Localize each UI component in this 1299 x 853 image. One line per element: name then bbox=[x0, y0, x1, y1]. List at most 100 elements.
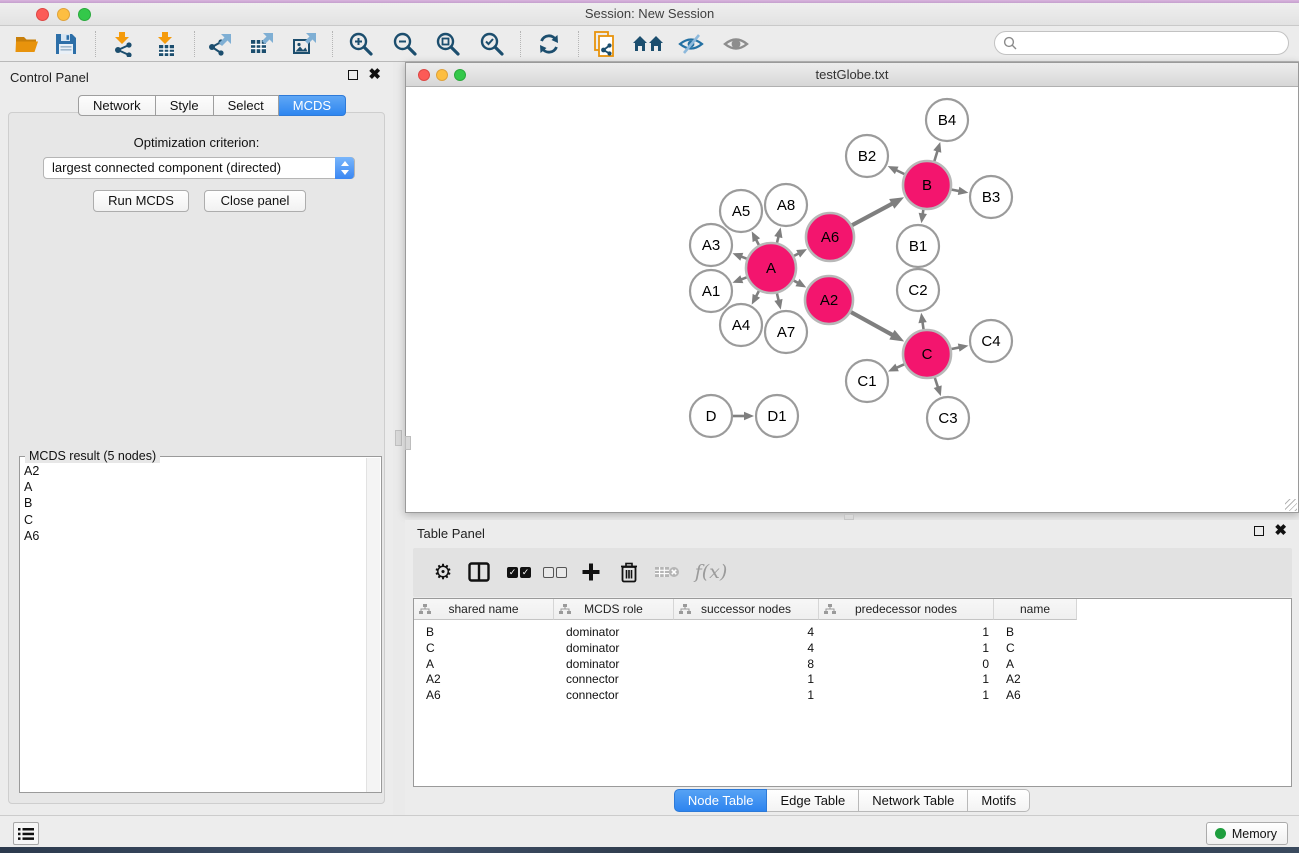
table-cell[interactable]: 1 bbox=[824, 624, 989, 640]
column-header-mcds-role[interactable]: MCDS role bbox=[554, 599, 674, 620]
close-panel-icon[interactable]: ✖ bbox=[368, 70, 381, 80]
first-neighbors-icon[interactable] bbox=[630, 29, 666, 59]
vertical-split-handle[interactable] bbox=[395, 430, 402, 446]
zoom-selected-icon[interactable] bbox=[474, 29, 510, 59]
maximize-window-button[interactable] bbox=[78, 8, 91, 21]
graph-node-label: A7 bbox=[777, 324, 795, 341]
mcds-result-item[interactable]: A2 bbox=[24, 463, 366, 479]
table-row[interactable]: Cdominator 41 C bbox=[414, 640, 1291, 656]
search-input[interactable] bbox=[994, 31, 1289, 55]
network-window-titlebar[interactable]: testGlobe.txt bbox=[406, 63, 1298, 87]
close-table-panel-icon[interactable]: ✖ bbox=[1274, 526, 1287, 536]
graph-edge-arrow bbox=[918, 313, 926, 323]
export-table-icon[interactable] bbox=[243, 29, 279, 59]
open-folder-icon[interactable] bbox=[9, 29, 45, 59]
table-cell[interactable]: 1 bbox=[824, 687, 989, 703]
tab-edge-table[interactable]: Edge Table bbox=[767, 789, 859, 812]
mcds-result-item[interactable]: A6 bbox=[24, 528, 366, 544]
tab-select[interactable]: Select bbox=[214, 95, 279, 116]
table-cell[interactable]: 1 bbox=[824, 671, 989, 687]
export-network-icon[interactable] bbox=[201, 29, 237, 59]
table-row[interactable]: Adominator 80 A bbox=[414, 656, 1291, 672]
table-cell[interactable]: dominator bbox=[566, 656, 666, 672]
network-minimize-button[interactable] bbox=[436, 69, 448, 81]
tab-network-table[interactable]: Network Table bbox=[859, 789, 968, 812]
close-panel-button[interactable]: Close panel bbox=[204, 190, 306, 212]
refresh-icon[interactable] bbox=[531, 29, 567, 59]
tab-network[interactable]: Network bbox=[78, 95, 156, 116]
memory-button[interactable]: Memory bbox=[1206, 822, 1288, 845]
table-row[interactable]: Bdominator 41 B bbox=[414, 624, 1291, 640]
table-cell[interactable]: dominator bbox=[566, 640, 666, 656]
export-image-icon[interactable] bbox=[286, 29, 322, 59]
table-row[interactable]: A6 connector 11 A6 bbox=[414, 687, 1291, 703]
new-network-from-selection-icon[interactable] bbox=[587, 29, 623, 59]
mcds-result-item[interactable]: B bbox=[24, 495, 366, 511]
table-cell[interactable]: A bbox=[426, 656, 546, 672]
tab-mcds[interactable]: MCDS bbox=[279, 95, 346, 116]
table-cell[interactable]: C bbox=[1006, 640, 1071, 656]
float-table-panel-icon[interactable] bbox=[1254, 526, 1264, 536]
optimization-criterion-select[interactable]: largest connected component (directed) bbox=[43, 157, 355, 179]
column-header-shared-name[interactable]: shared name bbox=[414, 599, 554, 620]
mcds-result-list[interactable]: A2ABCA6 bbox=[22, 463, 366, 544]
graph-edge[interactable] bbox=[851, 312, 894, 336]
zoom-in-icon[interactable] bbox=[343, 29, 379, 59]
network-maximize-button[interactable] bbox=[454, 69, 466, 81]
network-left-handle[interactable] bbox=[405, 436, 411, 450]
table-cell[interactable]: B bbox=[426, 624, 546, 640]
show-all-icon[interactable] bbox=[718, 29, 754, 59]
network-resize-grip[interactable] bbox=[1285, 499, 1297, 511]
zoom-fit-icon[interactable] bbox=[430, 29, 466, 59]
zoom-out-icon[interactable] bbox=[387, 29, 423, 59]
tab-style[interactable]: Style bbox=[156, 95, 214, 116]
minimize-window-button[interactable] bbox=[57, 8, 70, 21]
import-network-icon[interactable] bbox=[105, 29, 141, 59]
add-icon[interactable] bbox=[575, 557, 607, 587]
table-cell[interactable]: B bbox=[1006, 624, 1071, 640]
mcds-result-scrollbar[interactable] bbox=[366, 458, 380, 792]
run-mcds-button[interactable]: Run MCDS bbox=[93, 190, 189, 212]
table-cell[interactable]: A6 bbox=[1006, 687, 1071, 703]
network-close-button[interactable] bbox=[418, 69, 430, 81]
table-cell[interactable]: 1 bbox=[679, 671, 814, 687]
table-cell[interactable]: A2 bbox=[426, 671, 546, 687]
column-header-name[interactable]: name bbox=[994, 599, 1077, 620]
hide-selected-icon[interactable] bbox=[673, 29, 709, 59]
network-graph-canvas[interactable]: B4B2BB3A5A8A6B1A3AC2A1A2A4A7C4CC1C3DD1 bbox=[406, 87, 1298, 512]
column-header-successor-nodes[interactable]: successor nodes bbox=[674, 599, 819, 620]
column-header-predecessor-nodes[interactable]: predecessor nodes bbox=[819, 599, 994, 620]
table-row[interactable]: A2 connector 11 A2 bbox=[414, 671, 1291, 687]
gear-icon[interactable]: ⚙ bbox=[427, 557, 459, 587]
mcds-result-item[interactable]: A bbox=[24, 479, 366, 495]
table-cell[interactable]: connector bbox=[566, 687, 666, 703]
deselect-checks-icon[interactable] bbox=[539, 557, 571, 587]
table-cell[interactable]: dominator bbox=[566, 624, 666, 640]
float-panel-icon[interactable] bbox=[348, 70, 358, 80]
table-cell[interactable]: A2 bbox=[1006, 671, 1071, 687]
graph-node-label: B3 bbox=[982, 189, 1000, 206]
table-cell[interactable]: 4 bbox=[679, 624, 814, 640]
search-input-field[interactable] bbox=[1022, 36, 1272, 50]
import-table-icon[interactable] bbox=[148, 29, 184, 59]
table-cell[interactable]: A6 bbox=[426, 687, 546, 703]
delete-icon[interactable] bbox=[613, 557, 645, 587]
graph-edge[interactable] bbox=[852, 203, 893, 225]
tab-motifs[interactable]: Motifs bbox=[968, 789, 1030, 812]
tab-node-table[interactable]: Node Table bbox=[674, 789, 768, 812]
close-window-button[interactable] bbox=[36, 8, 49, 21]
task-history-button[interactable] bbox=[13, 822, 39, 845]
mcds-result-item[interactable]: C bbox=[24, 512, 366, 528]
table-cell[interactable]: C bbox=[426, 640, 546, 656]
table-cell[interactable]: 8 bbox=[679, 656, 814, 672]
table-cell[interactable]: 4 bbox=[679, 640, 814, 656]
select-all-checks-icon[interactable]: ✓✓ bbox=[503, 557, 535, 587]
table-cell[interactable]: 1 bbox=[824, 640, 989, 656]
search-icon bbox=[1003, 36, 1017, 50]
table-cell[interactable]: 0 bbox=[824, 656, 989, 672]
table-cell[interactable]: connector bbox=[566, 671, 666, 687]
table-cell[interactable]: A bbox=[1006, 656, 1071, 672]
save-icon[interactable] bbox=[48, 29, 84, 59]
split-column-icon[interactable] bbox=[463, 557, 495, 587]
table-cell[interactable]: 1 bbox=[679, 687, 814, 703]
